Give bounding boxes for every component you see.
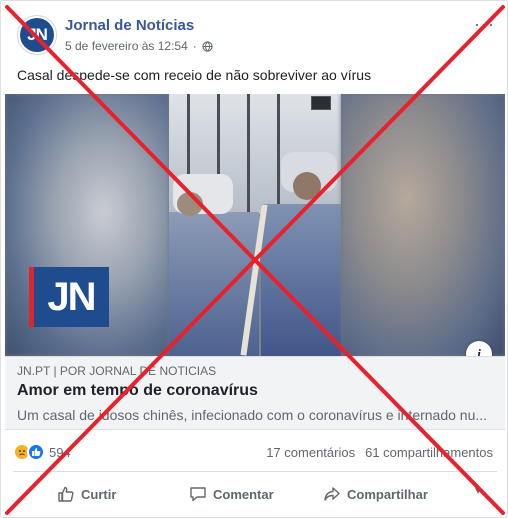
reaction-count: 594 [49, 444, 71, 460]
timestamp-row: 5 de fevereiro às 12:54 · [65, 39, 213, 53]
video-blur-right [341, 94, 505, 356]
post-header: JN Jornal de Notícias 5 de fevereiro às … [15, 15, 495, 57]
shares-count[interactable]: 61 compartilhamentos [365, 445, 493, 460]
link-title[interactable]: Amor em tempo de coronavírus [17, 382, 258, 400]
comment-label: Comentar [213, 486, 274, 502]
window-bar [277, 94, 280, 214]
avatar-logo: JN [20, 18, 54, 52]
actions-divider [13, 471, 497, 472]
share-label: Compartilhar [347, 486, 428, 502]
post-timestamp[interactable]: 5 de fevereiro às 12:54 [65, 39, 188, 53]
page-avatar[interactable]: JN [17, 15, 57, 55]
comments-count[interactable]: 17 comentários [266, 445, 355, 460]
jn-logo-text: JN [47, 274, 96, 319]
window-bar [247, 94, 250, 214]
post-actions-bar: Curtir Comentar Compartilhar ▾ [13, 477, 497, 511]
jn-brand-logo: JN [29, 267, 109, 327]
like-label: Curtir [81, 486, 117, 502]
patient-right [293, 172, 321, 200]
thumbs-up-glyph [32, 448, 41, 456]
share-button[interactable]: Compartilhar [323, 485, 428, 503]
more-options-icon[interactable]: ··· [474, 15, 495, 33]
facebook-post-card: JN Jornal de Notícias 5 de fevereiro às … [0, 0, 508, 518]
separator-dot: · [192, 39, 197, 53]
post-video[interactable]: JN [5, 94, 505, 356]
link-description: Um casal de idosos chinês, infecionado c… [17, 407, 488, 423]
video-frame [169, 94, 341, 356]
page-name-link[interactable]: Jornal de Notícias [65, 17, 194, 34]
patient-left [177, 192, 203, 216]
engagement-counts: 17 comentários 61 compartilhamentos [266, 445, 493, 460]
medical-monitor [311, 96, 331, 110]
globe-icon [202, 40, 213, 52]
comment-button[interactable]: Comentar [189, 485, 274, 503]
share-icon [324, 487, 340, 501]
like-icon [58, 486, 74, 502]
link-preview[interactable]: JN.PT | POR JORNAL DE NOTICIAS Amor em t… [5, 356, 505, 430]
post-text: Casal despede-se com receio de não sobre… [17, 67, 372, 83]
link-domain: JN.PT | POR JORNAL DE NOTICIAS [17, 364, 217, 378]
audience-dropdown-icon[interactable]: ▾ [475, 483, 481, 497]
jn-logo-red-bar [29, 267, 34, 327]
hospital-bed-right [261, 204, 341, 356]
like-button[interactable]: Curtir [57, 485, 116, 503]
post-stats: 594 17 comentários 61 compartilhamentos [13, 439, 497, 465]
avatar-logo-text: JN [27, 25, 48, 44]
reactions-summary[interactable]: 594 [13, 443, 71, 461]
like-reaction-icon [27, 443, 45, 461]
comment-icon [190, 487, 206, 502]
